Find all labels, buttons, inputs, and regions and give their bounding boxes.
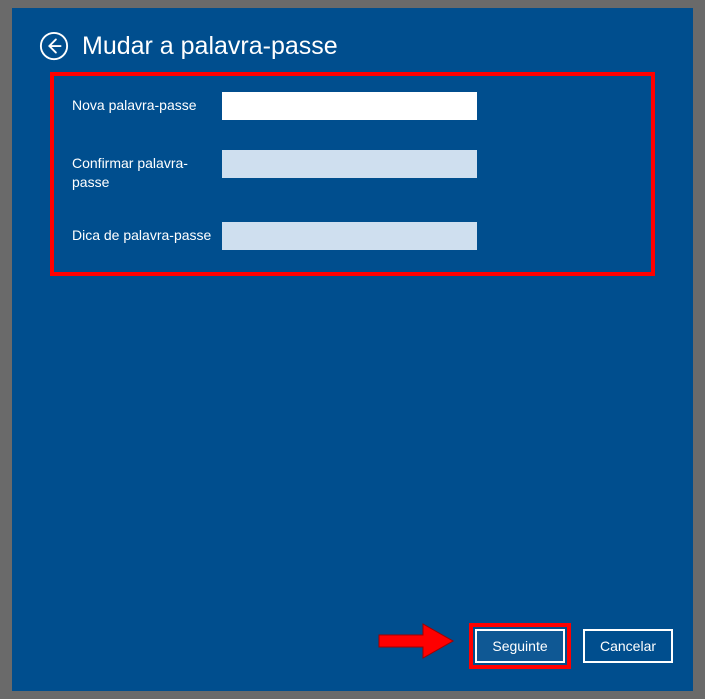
arrow-icon: [377, 622, 455, 660]
cancel-button-wrap: Cancelar: [583, 629, 673, 663]
hint-label: Dica de palavra-passe: [72, 222, 222, 245]
annotation-arrow: [377, 622, 455, 665]
hint-input[interactable]: [222, 222, 477, 250]
dialog-title: Mudar a palavra-passe: [82, 32, 338, 61]
confirm-password-input[interactable]: [222, 150, 477, 178]
form-row-hint: Dica de palavra-passe: [72, 222, 633, 250]
form-area: Nova palavra-passe Confirmar palavra-pas…: [50, 72, 655, 276]
dialog-footer: Seguinte Cancelar: [475, 629, 673, 663]
next-button-wrap: Seguinte: [475, 629, 565, 663]
change-password-dialog: Mudar a palavra-passe Nova palavra-passe…: [12, 8, 693, 691]
form-row-new-password: Nova palavra-passe: [72, 92, 633, 120]
back-arrow-icon: [39, 31, 69, 61]
confirm-password-label: Confirmar palavra-passe: [72, 150, 222, 192]
dialog-header: Mudar a palavra-passe: [12, 8, 693, 72]
form-row-confirm-password: Confirmar palavra-passe: [72, 150, 633, 192]
new-password-input[interactable]: [222, 92, 477, 120]
back-button[interactable]: [38, 30, 70, 62]
next-button[interactable]: Seguinte: [475, 629, 565, 663]
new-password-label: Nova palavra-passe: [72, 92, 222, 115]
cancel-button[interactable]: Cancelar: [583, 629, 673, 663]
